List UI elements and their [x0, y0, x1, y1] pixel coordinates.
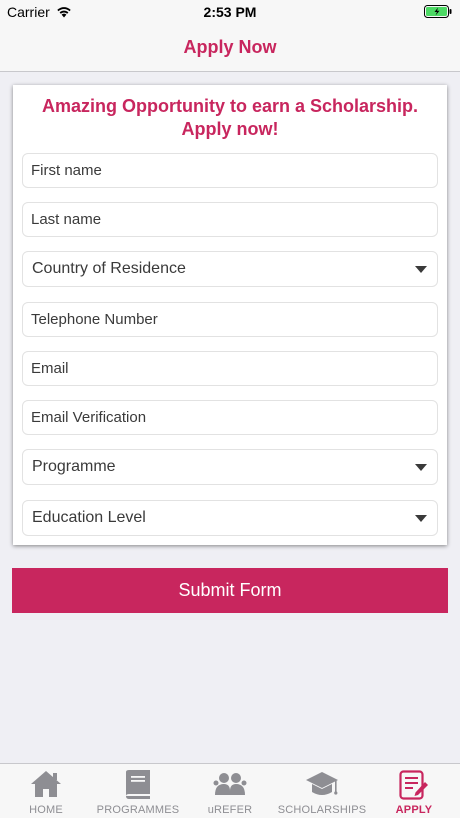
- tab-scholarships[interactable]: SCHOLARSHIPS: [276, 764, 368, 818]
- nav-bar: Apply Now: [0, 24, 460, 72]
- tab-programmes-label: PROGRAMMES: [96, 804, 180, 816]
- chevron-down-icon: [415, 266, 427, 273]
- last-name-field[interactable]: [22, 202, 438, 237]
- education-level-select[interactable]: Education Level: [22, 500, 438, 536]
- first-name-input[interactable]: [23, 154, 437, 187]
- tab-apply-label: APPLY: [395, 804, 433, 816]
- form-edit-icon: [399, 770, 428, 800]
- chevron-down-icon: [415, 515, 427, 522]
- email-field[interactable]: [22, 351, 438, 386]
- status-bar: Carrier 2:53 PM: [0, 0, 460, 24]
- tab-home[interactable]: HOME: [0, 764, 92, 818]
- education-level-select-label: Education Level: [32, 509, 146, 526]
- submit-form-button[interactable]: Submit Form: [12, 568, 448, 613]
- email-verification-input[interactable]: [23, 401, 437, 434]
- tab-urefer-label: uREFER: [207, 804, 253, 816]
- application-form-card: Amazing Opportunity to earn a Scholarshi…: [13, 85, 447, 545]
- last-name-input[interactable]: [23, 203, 437, 236]
- page-title: Apply Now: [183, 37, 277, 57]
- email-input[interactable]: [23, 352, 437, 385]
- tab-apply[interactable]: APPLY: [368, 764, 460, 818]
- chevron-down-icon: [415, 464, 427, 471]
- tab-scholarships-label: SCHOLARSHIPS: [277, 804, 367, 816]
- telephone-input[interactable]: [23, 303, 437, 336]
- programme-select-label: Programme: [32, 458, 116, 475]
- first-name-field[interactable]: [22, 153, 438, 188]
- telephone-field[interactable]: [22, 302, 438, 337]
- battery-icon: [424, 5, 454, 23]
- book-icon: [126, 770, 150, 799]
- tab-programmes[interactable]: PROGRAMMES: [92, 764, 184, 818]
- email-verification-field[interactable]: [22, 400, 438, 435]
- country-select[interactable]: Country of Residence: [22, 251, 438, 287]
- people-icon: [213, 773, 247, 795]
- programme-select[interactable]: Programme: [22, 449, 438, 485]
- tab-urefer[interactable]: uREFER: [184, 764, 276, 818]
- country-select-label: Country of Residence: [32, 260, 186, 277]
- tab-home-label: HOME: [29, 804, 63, 816]
- graduation-cap-icon: [306, 772, 338, 795]
- home-icon: [31, 771, 61, 797]
- clock: 2:53 PM: [203, 4, 257, 20]
- tab-bar: HOME PROGRAMMES uREFER SCHOLARSHIPS APPL…: [0, 763, 460, 818]
- form-headline: Amazing Opportunity to earn a Scholarshi…: [41, 96, 419, 139]
